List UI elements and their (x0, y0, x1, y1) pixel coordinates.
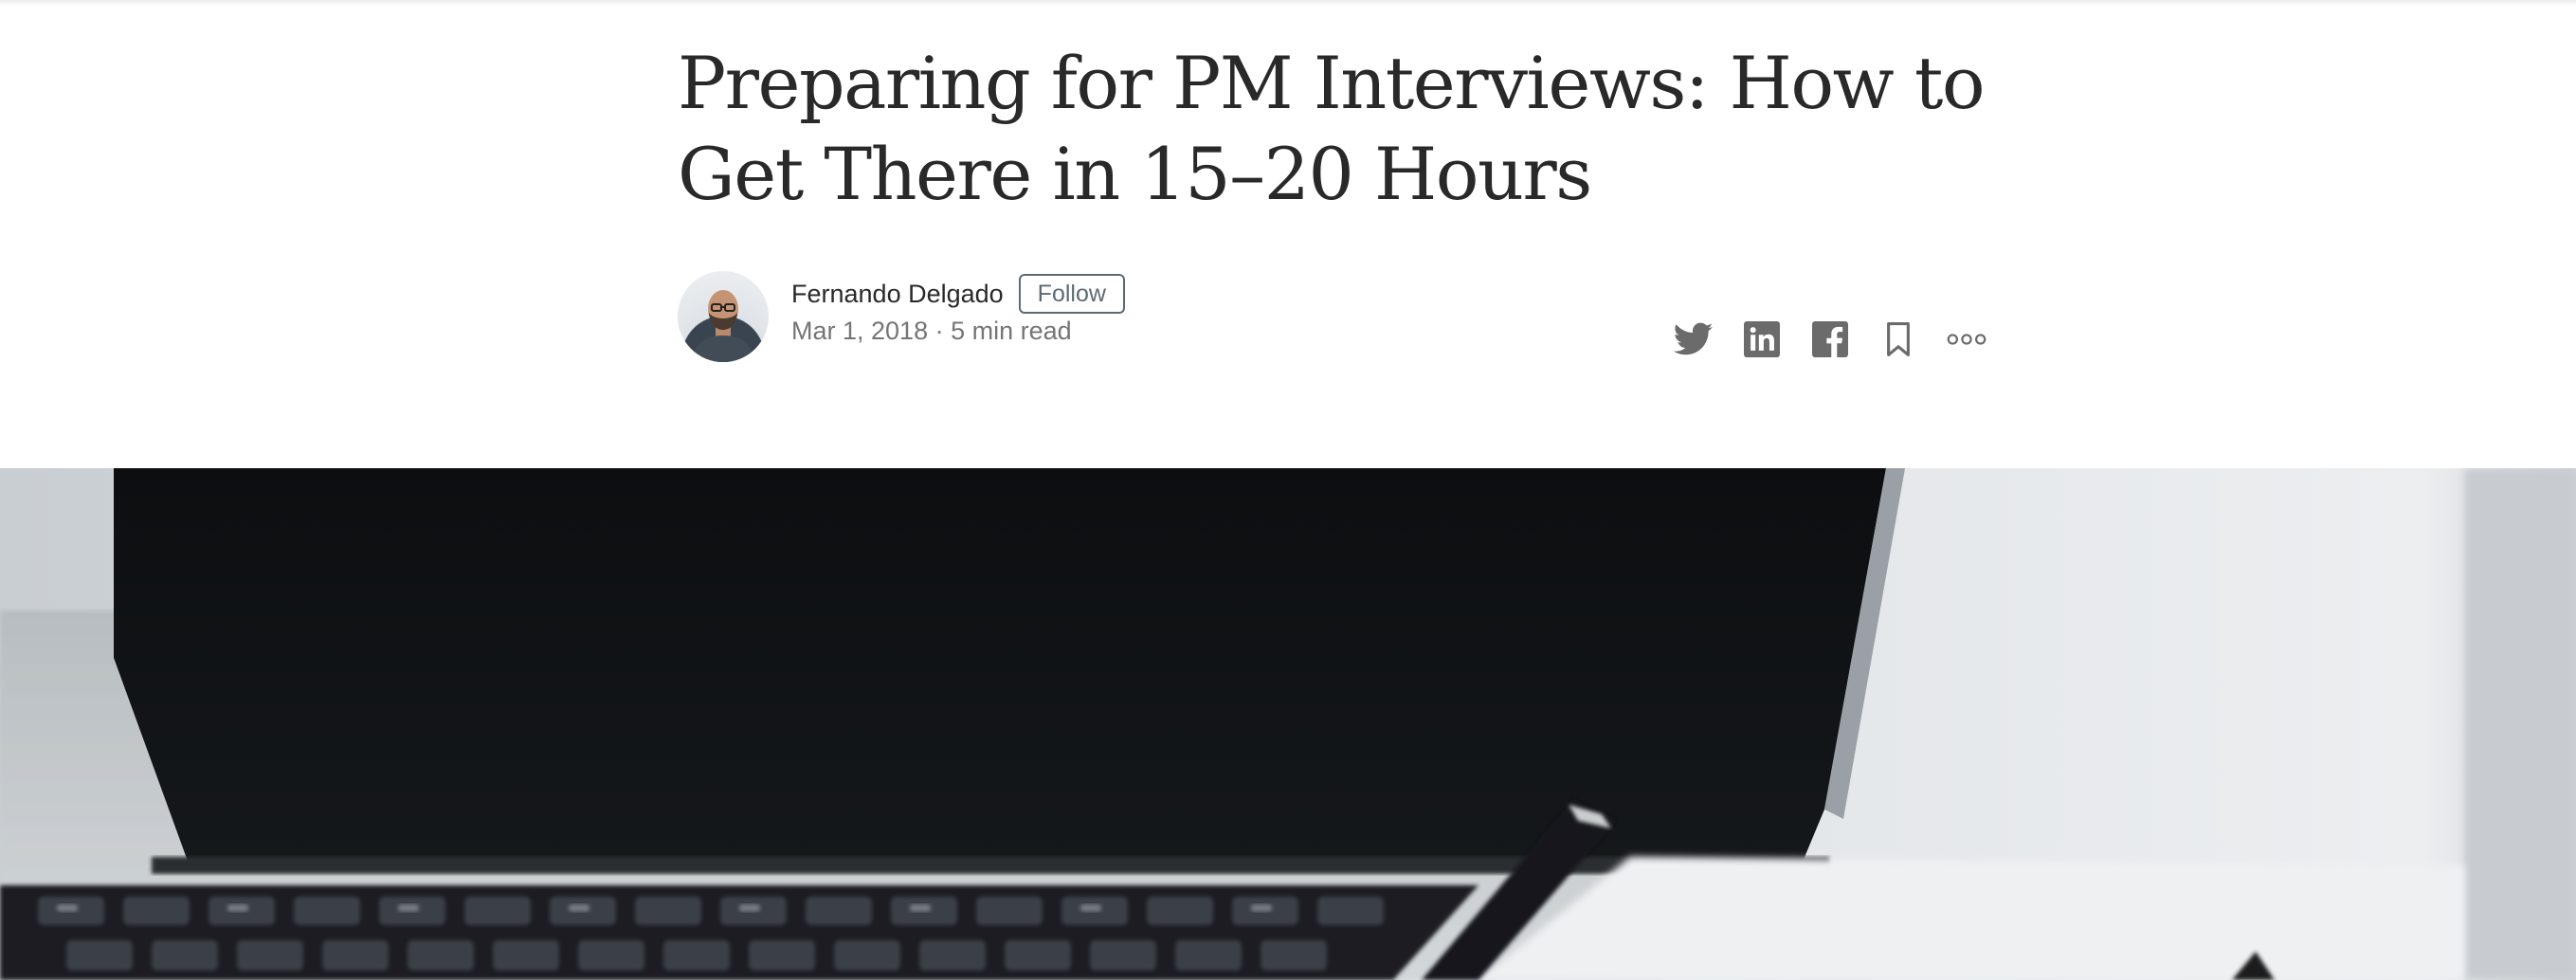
hero-image (0, 468, 2576, 980)
top-divider (0, 0, 2576, 6)
author-meta: Fernando Delgado Follow Mar 1, 2018 · 5 … (678, 271, 1986, 366)
title-line-2: Get There in 15–20 Hours (678, 132, 1592, 216)
twitter-icon[interactable] (1673, 318, 1714, 360)
author-name[interactable]: Fernando Delgado (791, 280, 1004, 309)
more-icon[interactable] (1946, 318, 1987, 360)
share-toolbar (1673, 317, 1987, 362)
article-title: Preparing for PM Interviews: How to Get … (678, 38, 1986, 220)
linkedin-icon[interactable] (1741, 318, 1783, 360)
bookmark-icon[interactable] (1878, 318, 1919, 360)
facebook-icon[interactable] (1809, 318, 1851, 360)
title-line-1: Preparing for PM Interviews: How to (678, 41, 1986, 125)
laptop-photo (0, 468, 2576, 980)
article-header: Preparing for PM Interviews: How to Get … (678, 38, 1986, 220)
author-avatar[interactable] (678, 271, 769, 362)
follow-button[interactable]: Follow (1018, 274, 1125, 314)
author-line: Fernando Delgado Follow (791, 274, 1125, 314)
publish-date-read-time: Mar 1, 2018 · 5 min read (791, 317, 1072, 345)
